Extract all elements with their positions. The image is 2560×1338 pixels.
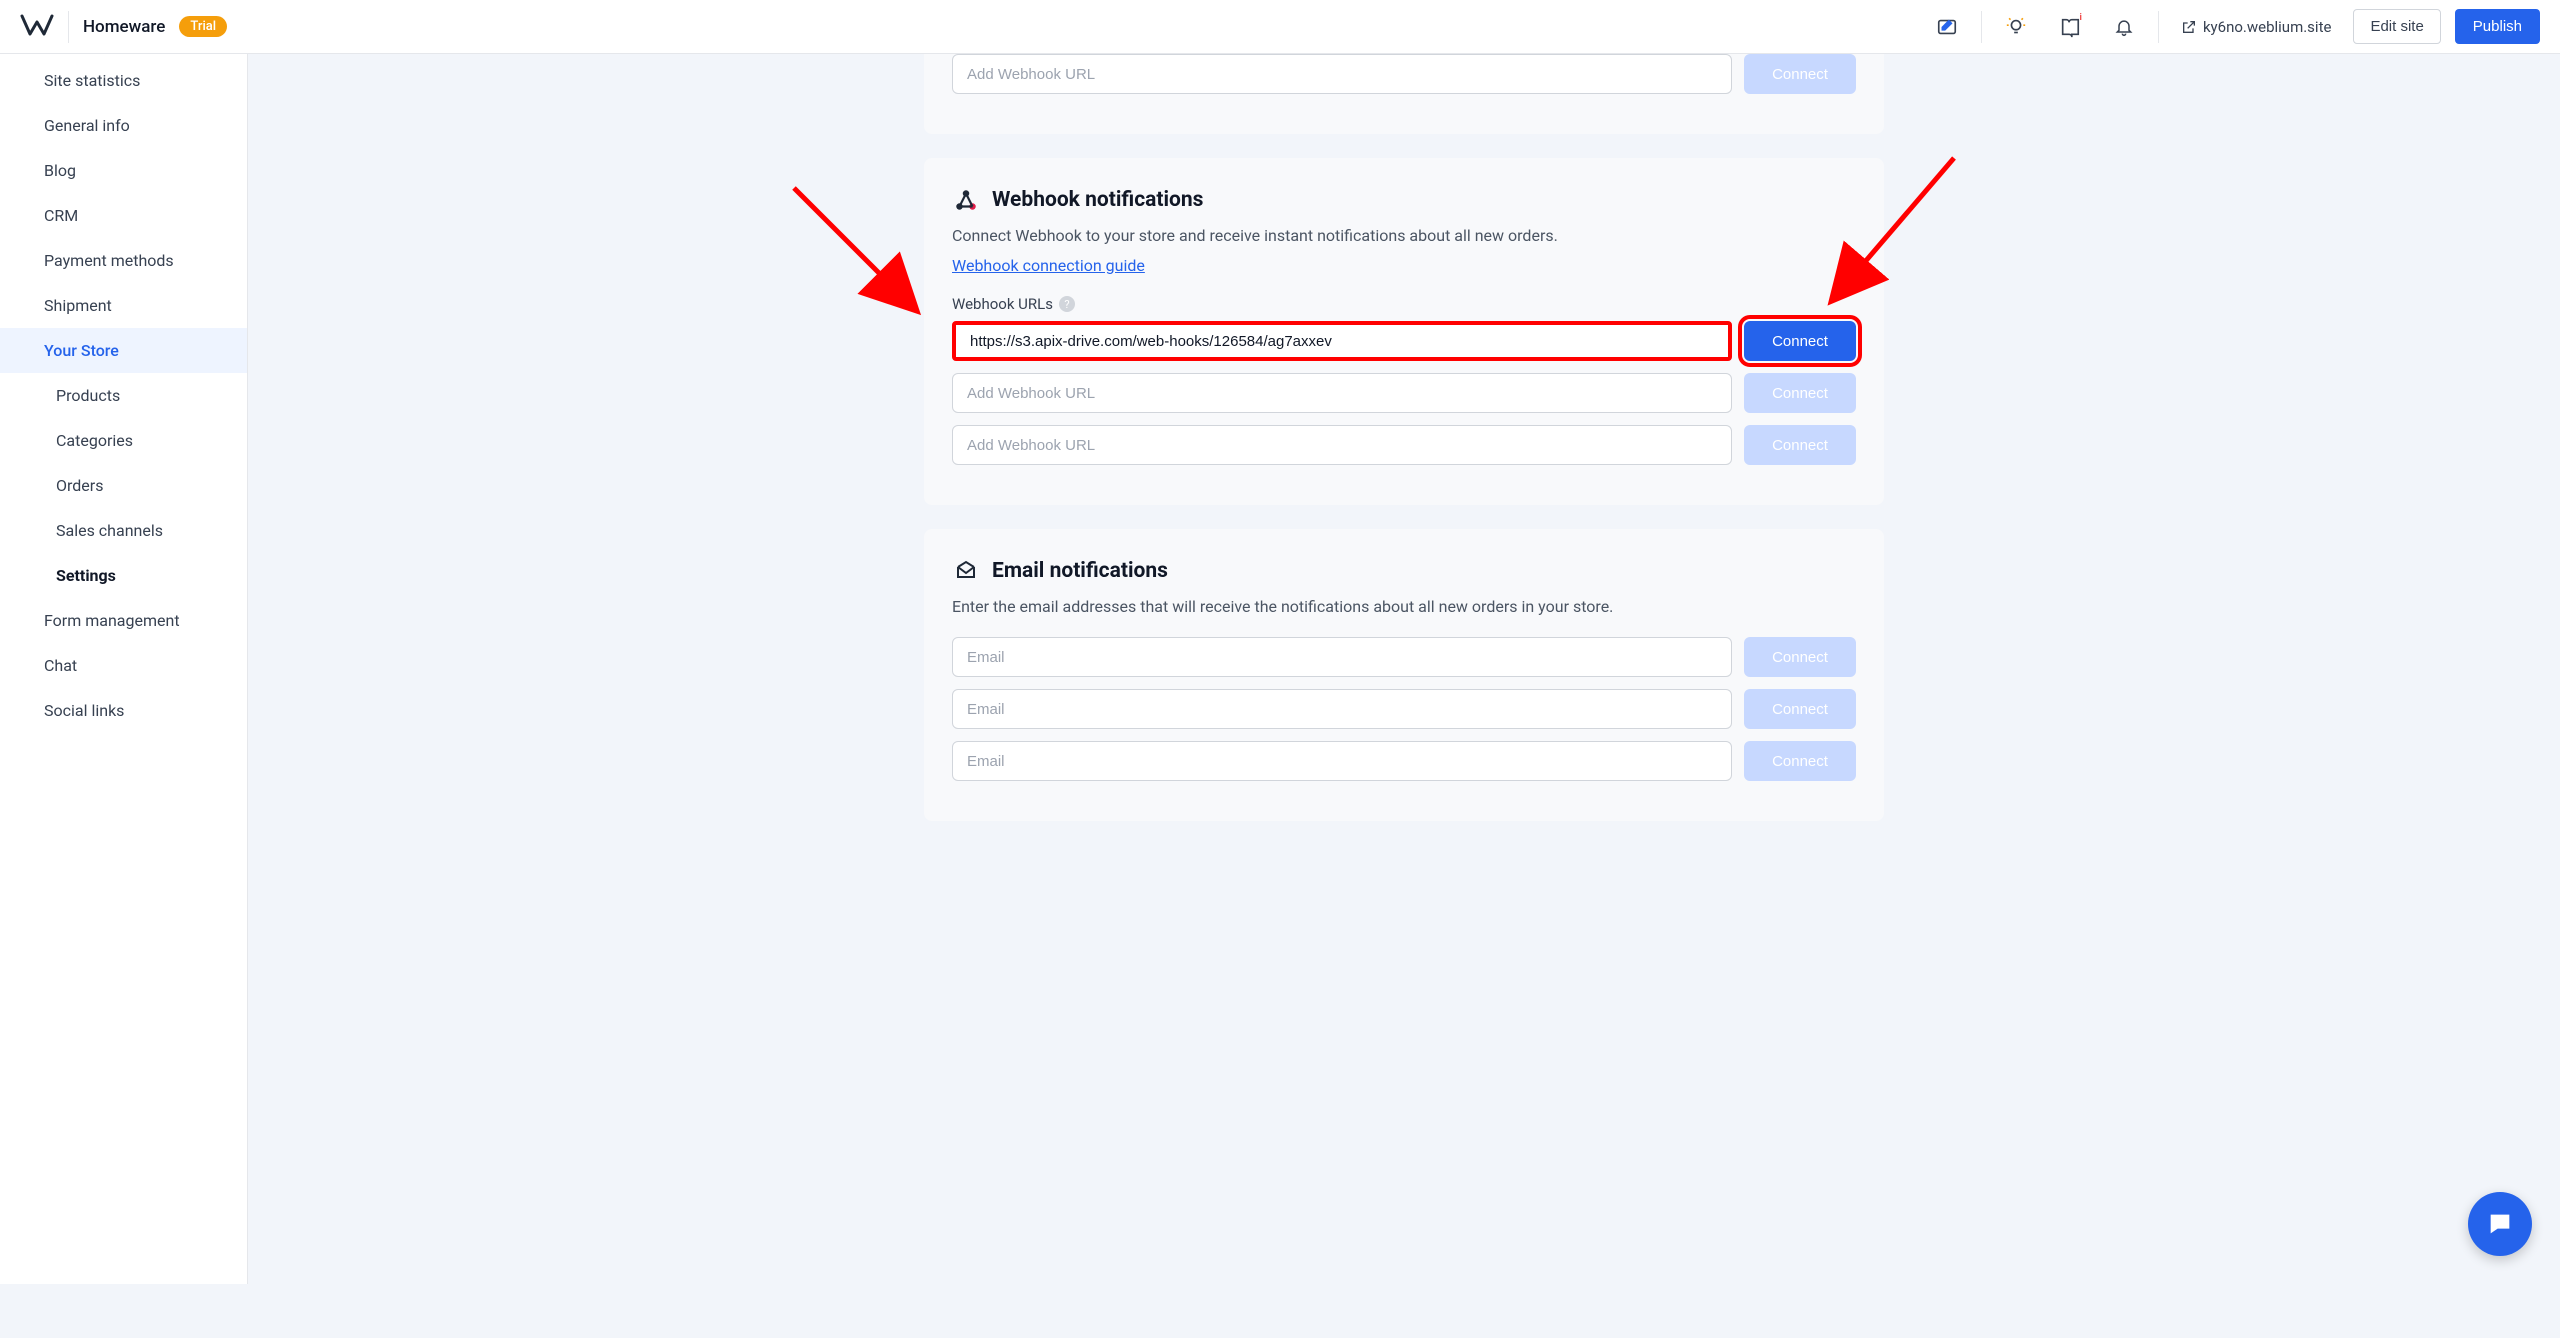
input-row: Connect xyxy=(952,741,1856,781)
webhook-icon xyxy=(952,186,980,214)
email-input[interactable] xyxy=(952,689,1732,729)
sidebar-item-shipment[interactable]: Shipment xyxy=(0,283,247,328)
connect-button[interactable]: Connect xyxy=(1744,637,1856,677)
app-header: Homeware Trial i ky6no.weblium.site Edit… xyxy=(0,0,2560,54)
site-url-link[interactable]: ky6no.weblium.site xyxy=(2173,18,2340,36)
connect-button[interactable]: Connect xyxy=(1744,373,1856,413)
field-label-text: Webhook URLs xyxy=(952,295,1053,313)
email-input[interactable] xyxy=(952,741,1732,781)
sidebar-item-general-info[interactable]: General info xyxy=(0,103,247,148)
sidebar-item-social-links[interactable]: Social links xyxy=(0,688,247,733)
sidebar-item-orders[interactable]: Orders xyxy=(0,463,247,508)
header-divider xyxy=(1981,11,1982,43)
trial-badge: Trial xyxy=(179,16,227,37)
webhook-guide-link[interactable]: Webhook connection guide xyxy=(952,256,1145,275)
lightbulb-icon[interactable] xyxy=(1996,7,2036,47)
site-url-text: ky6no.weblium.site xyxy=(2203,18,2332,36)
input-row: Connect xyxy=(952,54,1856,94)
connect-button[interactable]: Connect xyxy=(1744,425,1856,465)
webhook-url-input[interactable] xyxy=(952,425,1732,465)
sidebar: Site statistics General info Blog CRM Pa… xyxy=(0,54,248,1284)
header-divider xyxy=(2158,11,2159,43)
sidebar-item-site-statistics[interactable]: Site statistics xyxy=(0,58,247,103)
connect-button[interactable]: Connect xyxy=(1744,741,1856,781)
section-description: Enter the email addresses that will rece… xyxy=(952,595,1856,619)
email-input[interactable] xyxy=(952,637,1732,677)
connect-button[interactable]: Connect xyxy=(1744,321,1856,361)
sidebar-item-form-management[interactable]: Form management xyxy=(0,598,247,643)
publish-button[interactable]: Publish xyxy=(2455,9,2540,44)
connect-button[interactable]: Connect xyxy=(1744,689,1856,729)
webhook-url-input[interactable] xyxy=(952,373,1732,413)
sidebar-item-chat[interactable]: Chat xyxy=(0,643,247,688)
edit-square-icon[interactable] xyxy=(1927,7,1967,47)
sidebar-item-crm[interactable]: CRM xyxy=(0,193,247,238)
input-row: Connect xyxy=(952,425,1856,465)
input-row: Connect xyxy=(952,689,1856,729)
webhook-url-input[interactable] xyxy=(952,321,1732,361)
sidebar-item-your-store[interactable]: Your Store xyxy=(0,328,247,373)
chat-fab[interactable] xyxy=(2468,1192,2532,1256)
webhook-url-input[interactable] xyxy=(952,54,1732,94)
input-row: Connect xyxy=(952,637,1856,677)
sidebar-item-blog[interactable]: Blog xyxy=(0,148,247,193)
section-description: Connect Webhook to your store and receiv… xyxy=(952,224,1856,248)
email-notifications-card: Email notifications Enter the email addr… xyxy=(924,529,1884,821)
annotation-arrow-left xyxy=(784,178,944,338)
bell-icon[interactable] xyxy=(2104,7,2144,47)
edit-site-button[interactable]: Edit site xyxy=(2353,9,2440,44)
section-title: Email notifications xyxy=(992,559,1168,583)
connect-button[interactable]: Connect xyxy=(1744,54,1856,94)
sidebar-item-sales-channels[interactable]: Sales channels xyxy=(0,508,247,553)
envelope-icon xyxy=(952,557,980,585)
previous-section-card: Connect xyxy=(924,54,1884,134)
input-row: Connect xyxy=(952,373,1856,413)
section-title: Webhook notifications xyxy=(992,188,1203,212)
field-label: Webhook URLs ? xyxy=(952,295,1856,313)
sidebar-item-settings[interactable]: Settings xyxy=(0,553,247,598)
main-content: Connect Webhook notifications Connect We… xyxy=(248,54,2560,1338)
header-divider xyxy=(68,11,69,43)
sidebar-item-products[interactable]: Products xyxy=(0,373,247,418)
logo-icon[interactable] xyxy=(20,10,54,44)
help-icon[interactable]: ? xyxy=(1059,296,1075,312)
site-name: Homeware xyxy=(83,17,165,37)
sidebar-item-payment-methods[interactable]: Payment methods xyxy=(0,238,247,283)
input-row: Connect xyxy=(952,321,1856,361)
webhook-notifications-card: Webhook notifications Connect Webhook to… xyxy=(924,158,1884,505)
sidebar-item-categories[interactable]: Categories xyxy=(0,418,247,463)
docs-icon[interactable]: i xyxy=(2050,7,2090,47)
